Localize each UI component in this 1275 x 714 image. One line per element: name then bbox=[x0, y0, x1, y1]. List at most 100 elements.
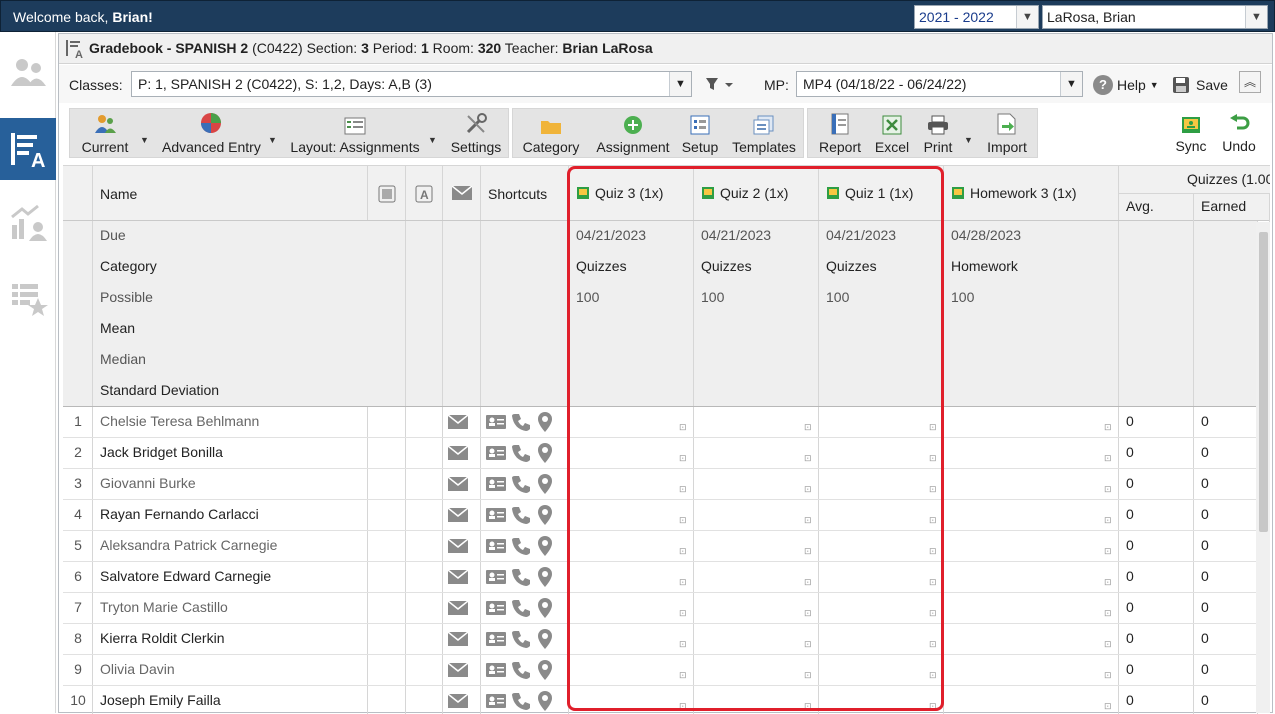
grid-cell[interactable] bbox=[944, 500, 1119, 530]
phone-icon[interactable] bbox=[511, 598, 531, 618]
row-number: 9 bbox=[74, 661, 82, 677]
contact-card-icon[interactable] bbox=[486, 507, 506, 523]
header-assignment-homework-3[interactable]: Homework 3 (1x) bbox=[944, 166, 1119, 220]
current-button[interactable]: Current bbox=[80, 109, 130, 159]
category-button[interactable]: Category bbox=[519, 109, 583, 159]
nav-favorites[interactable] bbox=[0, 267, 56, 329]
student-name[interactable]: Rayan Fernando Carlacci bbox=[100, 506, 259, 522]
student-name[interactable]: Giovanni Burke bbox=[100, 475, 196, 491]
map-pin-icon[interactable] bbox=[537, 659, 553, 681]
contact-card-icon[interactable] bbox=[486, 538, 506, 554]
map-pin-icon[interactable] bbox=[537, 411, 553, 433]
caret-down-icon[interactable]: ▼ bbox=[428, 135, 437, 145]
map-pin-icon[interactable] bbox=[537, 535, 553, 557]
grid-cell[interactable] bbox=[944, 655, 1119, 685]
student-name[interactable]: Jack Bridget Bonilla bbox=[100, 444, 223, 460]
grid-cell[interactable] bbox=[944, 438, 1119, 468]
grid-cell[interactable] bbox=[944, 562, 1119, 592]
map-pin-icon[interactable] bbox=[537, 628, 553, 650]
map-pin-icon[interactable] bbox=[537, 566, 553, 588]
student-name[interactable]: Tryton Marie Castillo bbox=[100, 599, 228, 615]
envelope-icon[interactable] bbox=[448, 446, 468, 460]
phone-icon[interactable] bbox=[511, 691, 531, 711]
envelope-icon[interactable] bbox=[448, 601, 468, 615]
undo-button[interactable]: Undo bbox=[1217, 108, 1261, 158]
contact-card-icon[interactable] bbox=[486, 662, 506, 678]
map-pin-icon[interactable] bbox=[537, 473, 553, 495]
mp-select[interactable]: MP4 (04/18/22 - 06/24/22) ▼ bbox=[796, 71, 1083, 97]
envelope-icon[interactable] bbox=[448, 694, 468, 708]
header-email[interactable] bbox=[443, 166, 481, 220]
map-pin-icon[interactable] bbox=[537, 442, 553, 464]
contact-card-icon[interactable] bbox=[486, 600, 506, 616]
sync-button[interactable]: Sync bbox=[1171, 108, 1211, 158]
grid-cell[interactable] bbox=[944, 407, 1119, 437]
year-select[interactable]: 2021 - 2022 ▼ bbox=[914, 5, 1039, 29]
nav-reports[interactable] bbox=[0, 192, 56, 254]
contact-card-icon[interactable] bbox=[486, 631, 506, 647]
student-name[interactable]: Olivia Davin bbox=[100, 661, 175, 677]
contact-card-icon[interactable] bbox=[486, 445, 506, 461]
header-name[interactable]: Name bbox=[93, 166, 368, 220]
phone-icon[interactable] bbox=[511, 474, 531, 494]
phone-icon[interactable] bbox=[511, 412, 531, 432]
layout-button[interactable]: Layout: Assignments bbox=[290, 109, 420, 159]
map-pin-icon[interactable] bbox=[537, 504, 553, 526]
grid-cell[interactable] bbox=[944, 593, 1119, 623]
setup-button[interactable]: Setup bbox=[679, 109, 721, 159]
grid-cell[interactable] bbox=[944, 686, 1119, 714]
help-button[interactable]: ? Help ▼ bbox=[1093, 73, 1159, 97]
assignment-button[interactable]: Assignment bbox=[593, 109, 673, 159]
envelope-icon[interactable] bbox=[448, 477, 468, 491]
caret-down-icon[interactable]: ▼ bbox=[140, 135, 149, 145]
excel-button[interactable]: Excel bbox=[870, 109, 914, 159]
contact-card-icon[interactable] bbox=[486, 414, 506, 430]
envelope-icon[interactable] bbox=[448, 539, 468, 553]
header-photo[interactable] bbox=[368, 166, 406, 220]
header-earned[interactable]: Earned bbox=[1194, 194, 1270, 222]
grid-cell[interactable] bbox=[944, 624, 1119, 654]
phone-icon[interactable] bbox=[511, 660, 531, 680]
contact-card-icon[interactable] bbox=[486, 569, 506, 585]
contact-card-icon[interactable] bbox=[486, 693, 506, 709]
settings-button[interactable]: Settings bbox=[448, 109, 504, 159]
student-name[interactable]: Chelsie Teresa Behlmann bbox=[100, 413, 259, 429]
grid-cell[interactable] bbox=[944, 531, 1119, 561]
phone-icon[interactable] bbox=[511, 536, 531, 556]
grid-cell[interactable] bbox=[944, 469, 1119, 499]
map-pin-icon[interactable] bbox=[537, 690, 553, 712]
save-button[interactable]: Save bbox=[1172, 73, 1228, 97]
envelope-icon[interactable] bbox=[448, 508, 468, 522]
phone-icon[interactable] bbox=[511, 629, 531, 649]
student-name[interactable]: Joseph Emily Failla bbox=[100, 692, 221, 708]
templates-button[interactable]: Templates bbox=[731, 109, 797, 159]
report-button[interactable]: Report bbox=[816, 109, 864, 159]
envelope-icon[interactable] bbox=[448, 663, 468, 677]
import-button[interactable]: Import bbox=[982, 109, 1032, 159]
map-pin-icon[interactable] bbox=[537, 597, 553, 619]
header-avg[interactable]: Avg. bbox=[1119, 194, 1194, 222]
envelope-icon[interactable] bbox=[448, 415, 468, 429]
nav-people[interactable] bbox=[0, 42, 56, 104]
nav-gradebook[interactable]: A bbox=[0, 118, 56, 180]
filter-icon[interactable] bbox=[705, 77, 735, 91]
print-button[interactable]: Print bbox=[918, 109, 958, 159]
student-name[interactable]: Kierra Roldit Clerkin bbox=[100, 630, 224, 646]
vertical-scrollbar[interactable] bbox=[1256, 222, 1270, 713]
advanced-entry-button[interactable]: Advanced Entry bbox=[162, 109, 261, 159]
header-accommodation[interactable]: A bbox=[406, 166, 443, 220]
caret-down-icon[interactable]: ▼ bbox=[964, 135, 973, 145]
user-select[interactable]: LaRosa, Brian ▼ bbox=[1042, 5, 1268, 29]
phone-icon[interactable] bbox=[511, 443, 531, 463]
scrollbar-thumb[interactable] bbox=[1259, 232, 1268, 532]
contact-card-icon[interactable] bbox=[486, 476, 506, 492]
phone-icon[interactable] bbox=[511, 567, 531, 587]
collapse-button[interactable]: ︽ bbox=[1239, 71, 1261, 93]
caret-down-icon[interactable]: ▼ bbox=[268, 135, 277, 145]
phone-icon[interactable] bbox=[511, 505, 531, 525]
student-name[interactable]: Aleksandra Patrick Carnegie bbox=[100, 537, 277, 553]
envelope-icon[interactable] bbox=[448, 570, 468, 584]
envelope-icon[interactable] bbox=[448, 632, 468, 646]
classes-select[interactable]: P: 1, SPANISH 2 (C0422), S: 1,2, Days: A… bbox=[131, 71, 692, 97]
student-name[interactable]: Salvatore Edward Carnegie bbox=[100, 568, 271, 584]
